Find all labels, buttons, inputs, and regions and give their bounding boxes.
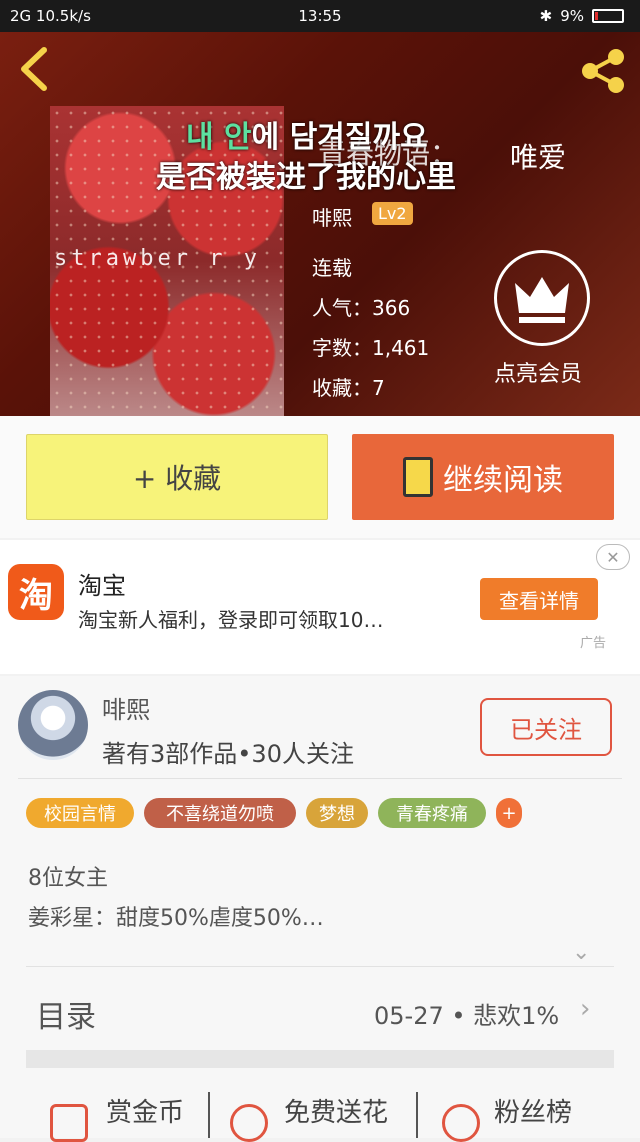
cover-text: strawber r y [54,246,261,271]
author-meta: 著有3部作品•30人关注 [102,740,354,768]
add-tag-button[interactable]: + [496,798,522,828]
tag-youth-pain[interactable]: 青春疼痛 [378,798,486,828]
chevron-left-icon [21,47,47,91]
tag-campus-romance[interactable]: 校园言情 [26,798,134,828]
reward-coin-icon [50,1104,88,1142]
share-icon [582,49,624,93]
divider [208,1092,210,1138]
section-divider [26,1050,614,1068]
divider [18,778,622,779]
description-line-2: 姜彩星：甜度50%虐度50%… [28,906,324,931]
send-flower-button[interactable]: 免费送花 [284,1092,388,1129]
author-name-hero[interactable]: 啡熙 [312,202,352,231]
lyric-line-1: 내 안에 담겨질까요 [186,112,428,156]
share-button[interactable] [578,46,628,100]
toc-label[interactable]: 目录 [36,992,96,1036]
lyric-rest: 에 담겨질까요 [251,120,428,155]
book-icon [403,457,433,497]
status-icons: ✱ 9% [540,7,624,25]
chevron-right-icon[interactable]: › [580,994,590,1024]
tag-dislike-skip[interactable]: 不喜绕道勿喷 [144,798,296,828]
popularity-stat: 人气：366 [312,296,411,320]
ad-title: 淘宝 [78,572,126,600]
serial-status: 连载 [312,256,352,280]
status-bar: 2G 10.5k/s 13:55 ✱ 9% [0,0,640,32]
author-level-badge: Lv2 [372,202,413,225]
lyric-highlight: 내 안 [186,120,252,155]
follow-button[interactable]: 已关注 [480,698,612,756]
description-line-1: 8位女主 [28,866,108,891]
book-title-suffix: 唯爱 [510,141,567,174]
chevron-down-icon[interactable]: ⌄ [572,940,590,965]
back-button[interactable] [16,46,50,96]
collect-button[interactable]: + 收藏 [26,434,328,520]
flower-icon [230,1104,268,1142]
continue-reading-label: 继续阅读 [443,463,563,498]
author-name[interactable]: 啡熙 [102,690,150,725]
continue-reading-button[interactable]: 继续阅读 [352,434,614,520]
crown-icon [515,277,569,323]
taobao-logo: 淘 [8,564,64,620]
member-label[interactable]: 点亮会员 [494,356,582,388]
tag-dream[interactable]: 梦想 [306,798,368,828]
fan-rank-icon [442,1104,480,1142]
battery-icon [592,9,624,23]
favorites-stat: 收藏：7 [312,376,385,400]
avatar[interactable] [18,690,88,760]
member-crown-button[interactable] [494,250,590,346]
ad-close-button[interactable]: ✕ [596,544,630,570]
word-count-stat: 字数：1,461 [312,336,430,360]
divider [26,966,614,967]
bluetooth-icon: ✱ [539,7,553,25]
fan-rank-button[interactable]: 粉丝榜 [494,1092,572,1129]
battery-percent: 9% [560,7,584,25]
latest-chapter[interactable]: 05-27 • 悲欢1% [374,996,559,1031]
divider [416,1092,418,1138]
ad-tag: 广告 [580,636,607,651]
reward-coin-button[interactable]: 赏金币 [106,1092,184,1129]
ad-description: 淘宝新人福利，登录即可领取10… [78,608,384,632]
ad-details-button[interactable]: 查看详情 [480,578,598,620]
lyric-line-2: 是否被装进了我的心里 [156,160,456,195]
